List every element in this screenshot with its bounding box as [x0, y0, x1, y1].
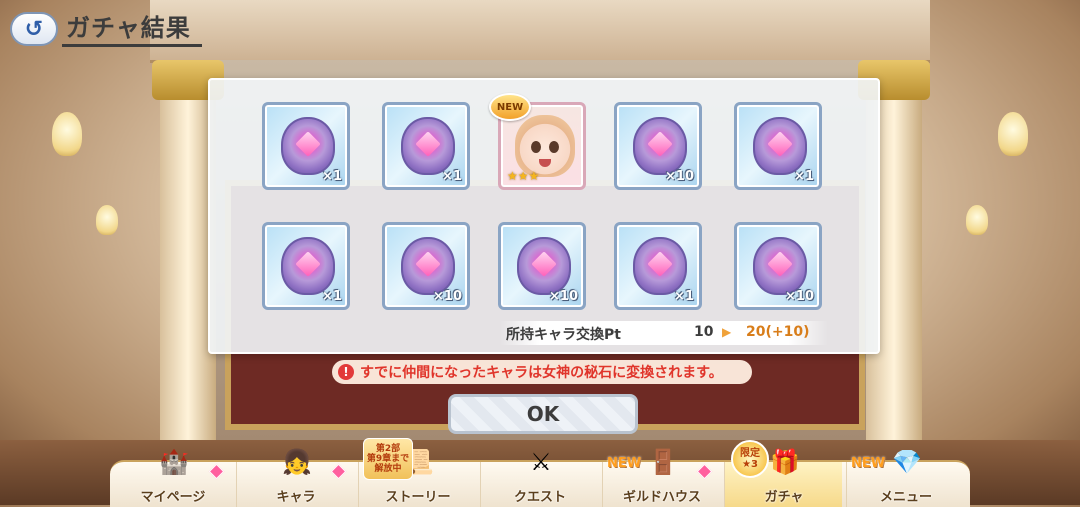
result-card-item[interactable]: ×1 — [262, 222, 350, 310]
nav-label: ギルドハウス — [622, 490, 701, 505]
result-card-item[interactable]: ×1 — [614, 222, 702, 310]
limited-badge-line: 限定 — [740, 448, 760, 459]
goddess-stone-icon — [281, 237, 335, 295]
gacha-icon: 🎁 — [770, 448, 800, 476]
goddess-stone-icon — [401, 237, 455, 295]
wall-lamp — [52, 112, 82, 156]
nav-label: クエスト — [513, 490, 566, 505]
item-quantity: ×1 — [674, 289, 694, 304]
result-card-item[interactable]: ×10 — [498, 222, 586, 310]
goddess-stone-icon — [753, 117, 807, 175]
notice-text: すでに仲間になったキャラは女神の秘石に変換されます。 — [360, 365, 723, 381]
title-underline — [62, 44, 202, 47]
result-card-item[interactable]: ×10 — [734, 222, 822, 310]
character-portrait-icon — [515, 115, 575, 177]
story-badge-line: 第9章まで — [366, 454, 410, 464]
back-button[interactable]: ↺ — [10, 12, 58, 46]
nav-label: キャラ — [276, 490, 316, 505]
nav-item-5[interactable]: 🎁 ガチャ 限定 ★3 — [724, 440, 842, 507]
result-card-item[interactable]: ×10 — [614, 102, 702, 190]
item-quantity: ×10 — [549, 289, 578, 304]
arrow-right-icon: ▶ — [722, 325, 732, 339]
item-quantity: ×10 — [665, 169, 694, 184]
character-icon: 👧 — [282, 448, 312, 476]
story-badge-line: 解放中 — [374, 464, 402, 474]
new-badge: NEW — [489, 93, 531, 121]
result-card-item[interactable]: ×1 — [262, 102, 350, 190]
nav-item-0[interactable]: 🏰 マイページ — [114, 448, 232, 507]
item-quantity: ×1 — [322, 169, 342, 184]
goddess-stone-icon — [281, 117, 335, 175]
story-progress-badge: 第2部 第9章まで 解放中 — [363, 438, 413, 480]
wall-lamp — [998, 112, 1028, 156]
castle-icon: 🏰 — [159, 448, 189, 476]
goddess-stone-icon — [633, 237, 687, 295]
gacha-result-panel: ×1 ×1 ★★★ NEW ×10 ×1 ×1 ×10 ×10 ×1 ×10 所持キャラ交換Pt 1… — [208, 78, 880, 354]
result-card-item[interactable]: ×1 — [382, 102, 470, 190]
goddess-stone-icon — [753, 237, 807, 295]
nav-label: メニュー — [879, 490, 932, 505]
crystal-icon: 💎 — [892, 448, 922, 476]
wall-lamp — [96, 205, 118, 235]
new-badge: NEW — [851, 456, 886, 471]
new-badge: NEW — [607, 456, 642, 471]
goddess-stone-icon — [633, 117, 687, 175]
background-arch — [150, 0, 930, 63]
notification-dot — [208, 463, 225, 480]
conversion-notice: ! すでに仲間になったキャラは女神の秘石に変換されます。 — [332, 360, 752, 384]
nav-item-4[interactable]: 🚪 ギルドハウス NEW — [602, 448, 720, 507]
item-quantity: ×1 — [794, 169, 814, 184]
back-arrow-icon: ↺ — [24, 16, 44, 42]
nav-item-3[interactable]: ⚔ クエスト — [480, 448, 598, 507]
swords-icon: ⚔ — [530, 448, 552, 476]
bottom-navigation: 🏰 マイページ 👧 キャラ 📜 ストーリー 第2部 第9章まで 解放中 ⚔ クエスト 🚪 ギルドハウス N… — [110, 438, 970, 507]
result-card-item[interactable]: ×1 — [734, 102, 822, 190]
notification-dot — [696, 463, 713, 480]
warning-icon: ! — [338, 364, 354, 380]
ok-button[interactable]: OK — [448, 394, 638, 434]
item-quantity: ×10 — [433, 289, 462, 304]
exchange-pt-new: 20(+10) — [746, 324, 810, 340]
limited-badge-line: ★3 — [742, 459, 758, 470]
nav-item-1[interactable]: 👧 キャラ — [236, 448, 354, 507]
result-grid: ×1 ×1 ★★★ NEW ×10 ×1 ×1 ×10 ×10 ×1 ×10 — [210, 80, 878, 352]
nav-label: ストーリー — [385, 490, 451, 505]
story-badge-line: 第2部 — [375, 444, 401, 454]
door-icon: 🚪 — [648, 448, 678, 476]
wall-lamp — [966, 205, 988, 235]
limited-badge: 限定 ★3 — [731, 440, 769, 478]
nav-item-6[interactable]: 💎 メニュー NEW — [846, 448, 964, 507]
exchange-pt-current: 10 — [694, 324, 714, 340]
item-quantity: ×1 — [442, 169, 462, 184]
nav-label: ガチャ — [764, 490, 804, 505]
rarity-stars: ★★★ — [507, 169, 540, 183]
result-card-character[interactable]: ★★★ NEW — [489, 93, 586, 190]
item-quantity: ×1 — [322, 289, 342, 304]
goddess-stone-icon — [517, 237, 571, 295]
result-card-item[interactable]: ×10 — [382, 222, 470, 310]
exchange-pt-row: 所持キャラ交換Pt 10 ▶ 20(+10) — [500, 321, 828, 345]
notification-dot — [330, 463, 347, 480]
page-title: ガチャ結果 — [66, 14, 191, 42]
exchange-pt-label: 所持キャラ交換Pt — [506, 327, 621, 343]
item-quantity: ×10 — [785, 289, 814, 304]
goddess-stone-icon — [401, 117, 455, 175]
nav-label: マイページ — [140, 490, 206, 505]
nav-item-2[interactable]: 📜 ストーリー 第2部 第9章まで 解放中 — [358, 438, 476, 507]
